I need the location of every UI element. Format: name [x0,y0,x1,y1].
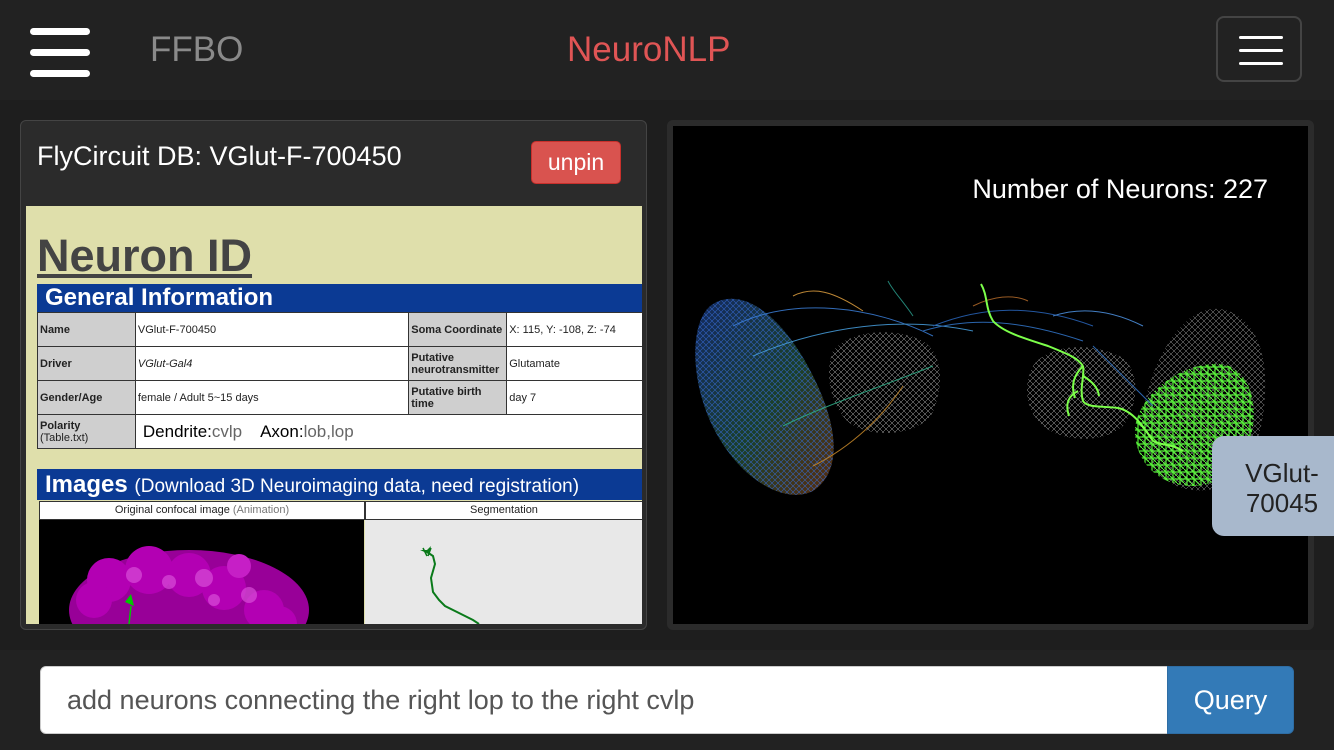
app-title: NeuroNLP [567,30,731,69]
polarity-value: Dendrite:cvlp Axon:lob,lop [134,414,642,449]
neurotransmitter-label: Putative neurotransmitter [408,346,508,381]
brand-label[interactable]: FFBO [150,30,243,70]
birth-time-value: day 7 [506,380,642,415]
neuron-tooltip: VGlut- 70045 [1212,436,1334,536]
images-header: Images (Download 3D Neuroimaging data, n… [37,469,642,500]
tooltip-line-2: 70045 [1245,488,1319,518]
polarity-label: Polarity [40,419,81,432]
query-button[interactable]: Query [1167,666,1294,734]
neuron-info-panel: FlyCircuit DB: VGlut-F-700450 unpin Neur… [20,120,647,630]
table-row: Name VGlut-F-700450 Soma Coordinate X: 1… [37,312,642,347]
driver-value: VGlut-Gal4 [134,346,410,381]
table-row: Polarity (Table.txt) Dendrite:cvlp Axon:… [37,414,642,449]
segmentation-image [365,520,642,624]
confocal-image [39,520,364,624]
gender-age-value: female / Adult 5~15 days [134,380,410,415]
neuron-count-label: Number of Neurons: 227 [972,174,1268,204]
confocal-image-header: Original confocal image (Animation) [39,501,365,520]
query-input[interactable] [40,666,1168,734]
general-information-header: General Information [37,284,642,312]
confocal-image-label: Original confocal image [114,504,230,516]
segmentation-header: Segmentation [365,501,642,520]
images-download-link[interactable]: (Download 3D Neuroimaging data, need reg… [134,476,579,497]
name-label: Name [37,312,136,347]
top-navbar: FFBO NeuroNLP [0,0,1334,100]
sidebar-toggle-hamburger-icon[interactable] [30,28,90,78]
name-value: VGlut-F-700450 [134,312,410,347]
animation-link[interactable]: (Animation) [233,504,289,516]
polarity-label-cell: Polarity (Table.txt) [37,414,136,449]
table-row: Driver VGlut-Gal4 Putative neurotransmit… [37,346,642,381]
soma-label: Soma Coordinate [408,312,508,347]
general-information-label: General Information [45,284,274,311]
axon-label: Axon: [260,421,304,441]
unpin-button[interactable]: unpin [531,141,621,184]
neuron-info-document[interactable]: Neuron ID General Information Name VGlut… [26,206,642,624]
left-lobula-plate-mesh [695,298,834,495]
general-info-table: Name VGlut-F-700450 Soma Coordinate X: 1… [37,312,642,449]
neuron-3d-viewer[interactable]: Number of Neurons: 227 [667,120,1314,630]
left-neuropil-mesh [829,332,941,434]
gender-age-label: Gender/Age [37,380,136,415]
soma-value: X: 115, Y: -108, Z: -74 [506,312,642,347]
dendrite-value: cvlp [211,421,243,441]
table-row: Gender/Age female / Adult 5~15 days Puta… [37,380,642,415]
tooltip-line-1: VGlut- [1245,458,1319,488]
birth-time-label: Putative birth time [408,380,508,415]
driver-label: Driver [37,346,136,381]
neurotransmitter-value: Glutamate [506,346,642,381]
polarity-table-link[interactable]: (Table.txt) [40,432,88,444]
axon-value: lob,lop [303,421,354,441]
info-panel-title: FlyCircuit DB: VGlut-F-700450 [37,141,402,171]
dendrite-label: Dendrite: [142,421,212,441]
neuron-id-heading: Neuron ID [37,230,253,281]
images-label: Images [45,471,128,498]
menu-hamburger-icon[interactable] [1216,16,1302,82]
